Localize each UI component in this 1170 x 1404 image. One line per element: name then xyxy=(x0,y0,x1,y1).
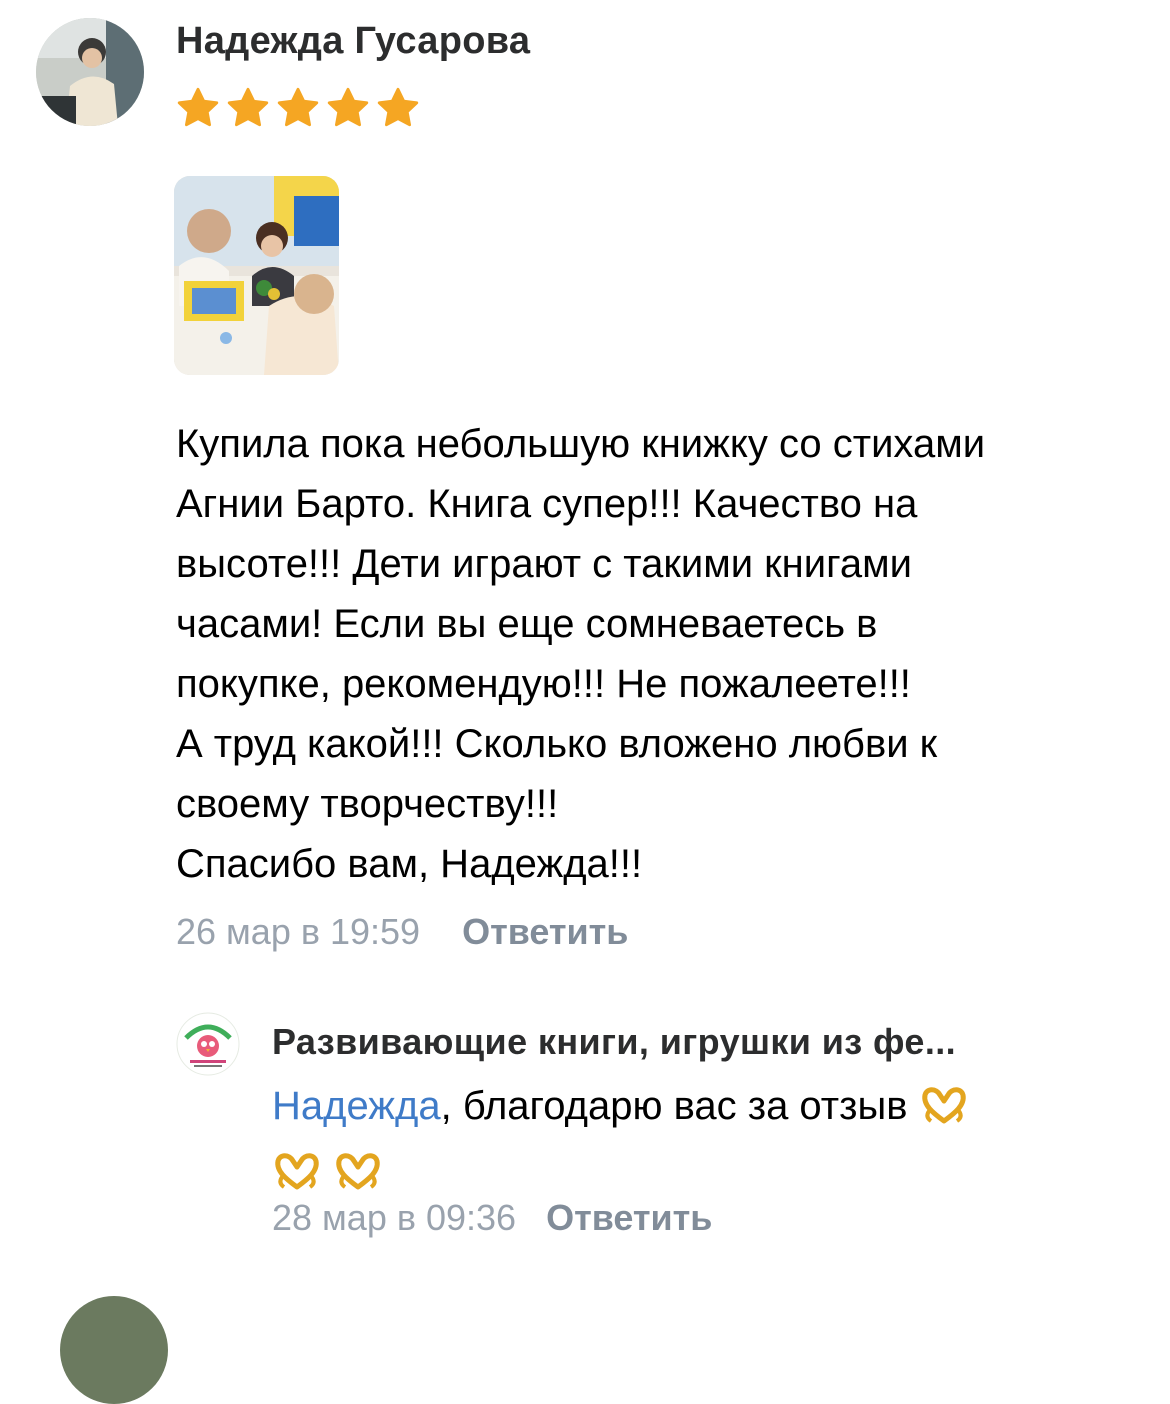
reply-meta: 28 мар в 09:36 Ответить xyxy=(272,1188,712,1248)
star-icon xyxy=(324,84,372,136)
review-photo[interactable] xyxy=(174,176,339,375)
review-text-line: высоте!!! Дети играют с такими книгами xyxy=(176,542,912,586)
review-text-line: своему творчеству!!! xyxy=(176,782,559,826)
review-text-line: часами! Если вы еще сомневаетесь в xyxy=(176,602,878,646)
review-meta: 26 мар в 19:59 Ответить xyxy=(176,902,628,962)
review-text-line: Спасибо вам, Надежда!!! xyxy=(176,842,643,886)
next-author-avatar[interactable] xyxy=(60,1296,168,1404)
reply-reply-button[interactable]: Ответить xyxy=(546,1197,712,1238)
reply-button[interactable]: Ответить xyxy=(462,911,628,952)
review-text-line: покупке, рекомендую!!! Не пожалеете!!! xyxy=(176,662,911,706)
star-icon xyxy=(224,84,272,136)
heart-hands-emoji-icon xyxy=(919,1082,969,1142)
mention-link[interactable]: Надежда xyxy=(272,1084,441,1128)
review-text: Купила пока небольшую книжку со стихами А… xyxy=(176,414,1156,894)
review-date: 26 мар в 19:59 xyxy=(176,911,421,952)
author-name[interactable]: Надежда Гусарова xyxy=(176,20,530,63)
star-icon xyxy=(274,84,322,136)
shop-avatar[interactable] xyxy=(176,1012,240,1076)
review-text-line: А труд какой!!! Сколько вложено любви к xyxy=(176,722,938,766)
review-text-line: Агнии Барто. Книга супер!!! Качество на xyxy=(176,482,918,526)
star-icon xyxy=(374,84,422,136)
star-icon xyxy=(174,84,222,136)
shop-name[interactable]: Развивающие книги, игрушки из фе... xyxy=(272,1012,956,1072)
reply-body: , благодарю вас за отзыв xyxy=(440,1084,908,1128)
reply-date: 28 мар в 09:36 xyxy=(272,1197,517,1238)
review-text-line: Купила пока небольшую книжку со стихами xyxy=(176,422,986,466)
rating-stars xyxy=(174,84,422,136)
author-avatar[interactable] xyxy=(36,18,144,126)
